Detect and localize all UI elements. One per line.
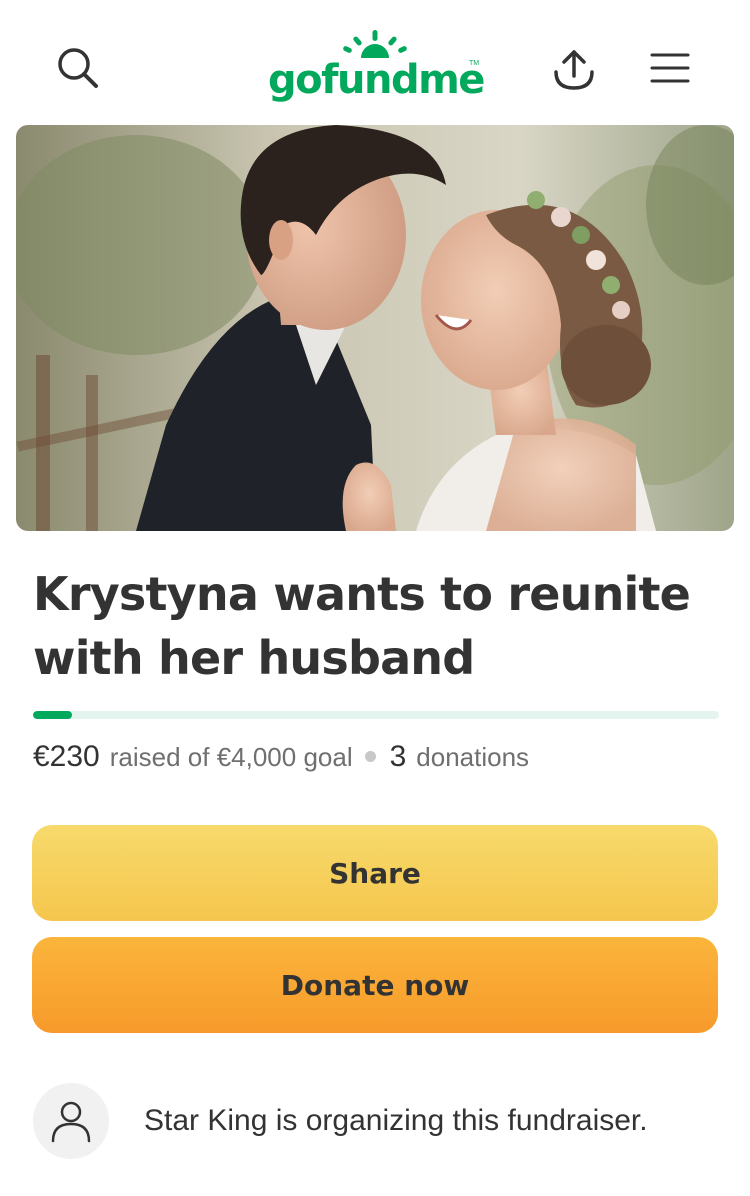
raised-amount: €230 [33, 740, 100, 773]
search-icon [58, 48, 98, 88]
site-header: gofundme TM [0, 0, 750, 125]
donate-now-button[interactable]: Donate now [32, 937, 718, 1033]
menu-button[interactable] [640, 38, 700, 98]
organizer-avatar [33, 1083, 109, 1159]
share-header-button[interactable] [544, 40, 604, 100]
logo-wordmark: gofundme [268, 57, 485, 103]
organizer-text: Star King is organizing this fundraiser. [144, 1104, 648, 1137]
campaign-title: Krystyna wants to reunite with her husba… [33, 567, 691, 685]
hamburger-menu-icon [650, 53, 690, 83]
user-icon [51, 1101, 91, 1143]
progress-bar-fill [33, 711, 73, 719]
donations-label: donations [416, 742, 530, 772]
donation-count: 3 [389, 740, 407, 773]
share-button[interactable]: Share [32, 825, 718, 921]
organizer-row[interactable]: Star King is organizing this fundraiser. [33, 1083, 648, 1159]
fundraising-stats: €230 raised of €4,000 goal 3 donations [33, 740, 529, 788]
goal-text: raised of €4,000 goal [109, 742, 353, 772]
logo-trademark: TM [469, 60, 480, 67]
campaign-hero-image[interactable] [16, 125, 734, 531]
upload-share-icon [554, 50, 594, 90]
separator-dot [364, 751, 376, 762]
search-button[interactable] [48, 38, 108, 98]
gofundme-logo[interactable]: gofundme TM [268, 30, 488, 110]
progress-bar [33, 711, 719, 719]
couple-photo [16, 125, 734, 531]
